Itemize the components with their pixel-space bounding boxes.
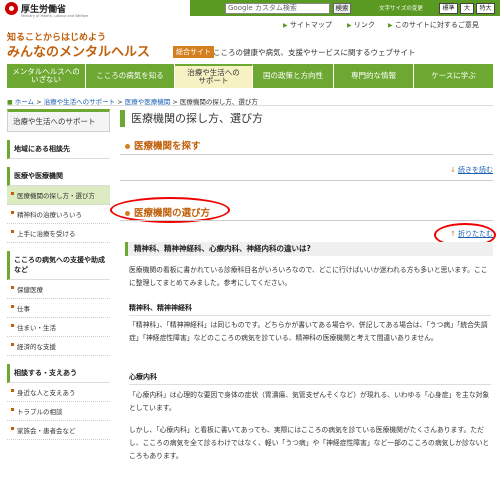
- sidebar-title[interactable]: 治療や生活へのサポート: [7, 109, 110, 132]
- sidebar-item-support-each-other[interactable]: 身近な人と支えあう: [7, 383, 110, 402]
- site-description: こころの健康や病気、支援やサービスに関するウェブサイト: [213, 48, 416, 57]
- nav-know-illness[interactable]: こころの病気を知る: [86, 64, 175, 88]
- sidebar-section-local-consult[interactable]: 地域にある相談先: [7, 140, 110, 159]
- bullet-icon: [125, 144, 130, 149]
- section-title: 医療機関の選び方: [134, 208, 211, 219]
- nav-label: 専門的な情報: [351, 71, 396, 80]
- triangle-icon: ▶: [388, 22, 393, 29]
- site-badge: 総合サイト: [173, 46, 214, 58]
- collapse-link[interactable]: ↑ 折りたたむ: [450, 229, 493, 239]
- collapse-label: 折りたたむ: [458, 230, 493, 238]
- divider: [129, 315, 491, 316]
- sidebar-item-work[interactable]: 仕事: [7, 299, 110, 318]
- feedback-link[interactable]: ▶ このサイトに対するご意見: [388, 20, 479, 30]
- font-size-standard-button[interactable]: 標準: [439, 3, 458, 14]
- psychiatry-paragraph: 「精神科」、「精神神経科」は同じものです。どちらかが書いてある場合や、併記してあ…: [129, 321, 488, 342]
- sidebar-section-consult[interactable]: 相談する・支えあう: [7, 364, 110, 383]
- sidebar-section-support[interactable]: こころの病気への支援や助成など: [7, 251, 110, 280]
- sidebar-item-receive-treatment[interactable]: 上手に治療を受ける: [7, 224, 110, 243]
- nav-label: 国の政策と方向性: [263, 71, 323, 80]
- sitemap-label: サイトマップ: [289, 21, 332, 29]
- site-title[interactable]: みんなのメンタルヘルス: [7, 41, 150, 60]
- sidebar-item-financial[interactable]: 経済的な支援: [7, 337, 110, 356]
- links-label: リンク: [353, 21, 375, 29]
- arrow-down-icon: ↓: [450, 166, 456, 174]
- nav-professional-info[interactable]: 専門的な情報: [334, 64, 414, 88]
- psychosomatic-paragraph: 「心療内科」は心理的な要因で身体の症状（胃潰瘍、気管支ぜんそくなど）が現れる、い…: [129, 391, 490, 412]
- arrow-up-icon: ↑: [450, 230, 456, 238]
- subheading-psychiatry: 精神科、精神神経科: [129, 304, 192, 312]
- font-size-label: 文字サイズの変更: [379, 6, 423, 12]
- divider: [7, 105, 493, 106]
- nav-label: こころの病気を知る: [96, 71, 164, 80]
- page-title: 医療機関の探し方、選び方: [120, 110, 493, 127]
- sidebar-item-healthcare[interactable]: 保健医療: [7, 280, 110, 299]
- nav-treatment-support[interactable]: 治療や生活への サポート: [175, 64, 253, 88]
- section-title: 医療機関を探す: [134, 141, 201, 152]
- intro-paragraph: 医療機関の看板に書かれている診療科目名がいろいろなので、どこに行けばいいか迷われ…: [129, 266, 488, 287]
- nav-policy[interactable]: 国の政策と方向性: [253, 64, 334, 88]
- feedback-label: このサイトに対するご意見: [394, 21, 479, 29]
- sidebar-item-family-groups[interactable]: 家族会・患者会など: [7, 421, 110, 440]
- triangle-icon: ▶: [283, 22, 288, 29]
- search-input[interactable]: Google カスタム検索: [225, 3, 330, 14]
- font-size-xlarge-button[interactable]: 特大: [476, 3, 495, 14]
- divider: [129, 384, 491, 385]
- divider: [120, 220, 493, 221]
- logo-subtitle: Ministry of Health, Labour and Welfare: [21, 14, 89, 18]
- section-choose-hospital: 医療機関の選び方: [125, 205, 210, 219]
- nav-label: メンタルヘルスへの いざない: [12, 67, 80, 84]
- nav-label: ケースに学ぶ: [431, 71, 476, 80]
- sidebar-item-living[interactable]: 住まい・生活: [7, 318, 110, 337]
- divider: [120, 154, 493, 155]
- divider: [120, 180, 493, 181]
- sidebar-item-trouble[interactable]: トラブルの相談: [7, 402, 110, 421]
- search-button[interactable]: 検索: [333, 3, 351, 14]
- mhlw-logo-icon: [5, 2, 18, 15]
- triangle-icon: ▶: [347, 22, 352, 29]
- subheading-psychosomatic: 心療内科: [129, 373, 157, 381]
- sidebar: 治療や生活へのサポート 地域にある相談先 医療や医療機関 医療機関の探し方・選び…: [7, 109, 110, 440]
- nav-case-study[interactable]: ケースに学ぶ: [414, 64, 493, 88]
- global-nav: メンタルヘルスへの いざない こころの病気を知る 治療や生活への サポート 国の…: [7, 64, 493, 88]
- font-size-large-button[interactable]: 大: [460, 3, 474, 14]
- psychosomatic-paragraph-2: しかし、「心療内科」と看板に書いてあっても、実際にはこころの病気を診ている医療機…: [129, 426, 490, 460]
- sidebar-section-medical[interactable]: 医療や医療機関: [7, 167, 110, 186]
- nav-label: 治療や生活への サポート: [187, 68, 240, 85]
- read-more-label: 続きを読む: [458, 166, 493, 174]
- nav-mental-health-intro[interactable]: メンタルヘルスへの いざない: [7, 64, 86, 88]
- sidebar-item-treatments[interactable]: 精神科の治療いろいろ: [7, 205, 110, 224]
- question-heading: 精神科、精神神経科、心療内科、神経内科の違いは?: [125, 242, 493, 256]
- section-find-hospital: 医療機関を探す: [125, 138, 201, 152]
- links-link[interactable]: ▶ リンク: [347, 20, 375, 30]
- main-content: 医療機関の探し方、選び方 医療機関を探す ↓ 続きを読む 医療機関の選び方 ↑ 折り…: [110, 109, 496, 460]
- read-more-link[interactable]: ↓ 続きを読む: [450, 165, 493, 175]
- sitemap-link[interactable]: ▶ サイトマップ: [283, 20, 332, 30]
- sidebar-item-find-hospital[interactable]: 医療機関の探し方・選び方: [7, 186, 110, 205]
- bullet-icon: [125, 211, 130, 216]
